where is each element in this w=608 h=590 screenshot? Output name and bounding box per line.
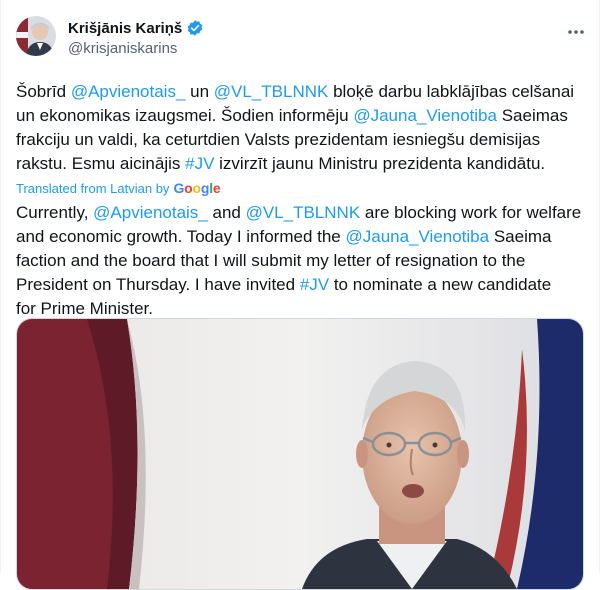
original-line: Šobrīd @Apvienotais_ un @VL_TBLNNK bloķē…: [16, 80, 588, 104]
mention-link[interactable]: @VL_TBLNNK: [246, 203, 361, 222]
text-segment: Šobrīd: [16, 82, 71, 101]
original-line: rakstu. Esmu aicinājis #JV izvirzīt jaun…: [16, 152, 588, 176]
mention-link[interactable]: @Apvienotais_: [71, 82, 186, 101]
google-logo: Google: [173, 180, 220, 196]
google-logo-letter: e: [212, 180, 221, 196]
google-logo-letter: o: [192, 180, 202, 196]
text-segment: un: [185, 82, 214, 101]
google-logo-letter: G: [173, 180, 185, 196]
tweet-text-original: Šobrīd @Apvienotais_ un @VL_TBLNNK bloķē…: [16, 80, 588, 176]
original-line: frakciju un valdi, ka ceturtdien Valsts …: [16, 128, 588, 152]
google-logo-letter: o: [184, 180, 193, 196]
text-segment: for Prime Minister.: [16, 299, 153, 318]
mention-link[interactable]: @VL_TBLNNK: [214, 82, 329, 101]
mention-link[interactable]: @Jauna_Vienotiba: [353, 106, 497, 125]
text-segment: and economic growth. Today I informed th…: [16, 227, 346, 246]
frame-border-left: [0, 0, 1, 572]
hashtag-link[interactable]: #JV: [185, 154, 214, 173]
translated-line: President on Thursday. I have invited #J…: [16, 273, 588, 297]
text-segment: are blocking work for welfare: [360, 203, 582, 222]
text-segment: President on Thursday. I have invited: [16, 275, 300, 294]
text-segment: to nominate a new candidate: [329, 275, 552, 294]
translation-attribution[interactable]: Translated from Latvian by Google: [16, 180, 221, 196]
hashtag-link[interactable]: #JV: [300, 275, 329, 294]
tweet-header: Krišjānis Kariņš @krisjaniskarins: [16, 16, 592, 64]
author-display-name[interactable]: Krišjānis Kariņš: [68, 20, 182, 37]
translated-line: Currently, @Apvienotais_ and @VL_TBLNNK …: [16, 201, 588, 225]
text-segment: bloķē darbu labklājības celšanai: [328, 82, 575, 101]
text-segment: izvirzīt jaunu Ministru prezidenta kandi…: [214, 154, 546, 173]
original-line: un ekonomikas izaugsmei. Šodien informēj…: [16, 104, 588, 128]
author-name-block: Krišjānis Kariņš @krisjaniskarins: [68, 18, 204, 57]
text-segment: and: [207, 203, 246, 222]
mention-link[interactable]: @Jauna_Vienotiba: [345, 227, 489, 246]
tweet-text-translated: Currently, @Apvienotais_ and @VL_TBLNNK …: [16, 201, 588, 321]
google-logo-letter: g: [200, 180, 210, 196]
tweet-media-photo[interactable]: [16, 318, 584, 590]
avatar-photo: [16, 16, 56, 56]
more-options-icon[interactable]: [564, 20, 588, 44]
frame-border-right: [599, 0, 600, 572]
mention-link[interactable]: @Apvienotais_: [93, 203, 208, 222]
text-segment: un ekonomikas izaugsmei. Šodien informēj…: [16, 106, 354, 125]
author-handle[interactable]: @krisjaniskarins: [68, 40, 204, 57]
translated-line: and economic growth. Today I informed th…: [16, 225, 588, 249]
text-segment: Saeimas: [496, 106, 568, 125]
verified-badge-icon: [186, 19, 204, 37]
text-segment: faction and the board that I will submit…: [16, 251, 526, 270]
photo-image: [17, 319, 583, 589]
author-avatar[interactable]: [16, 16, 56, 56]
text-segment: rakstu. Esmu aicinājis: [16, 154, 186, 173]
text-segment: Currently,: [16, 203, 94, 222]
translated-line: faction and the board that I will submit…: [16, 249, 588, 273]
translation-label: Translated from Latvian by: [16, 180, 170, 196]
author-name-row: Krišjānis Kariņš: [68, 18, 204, 38]
text-segment: frakciju un valdi, ka ceturtdien Valsts …: [16, 130, 541, 149]
text-segment: Saeima: [489, 227, 552, 246]
